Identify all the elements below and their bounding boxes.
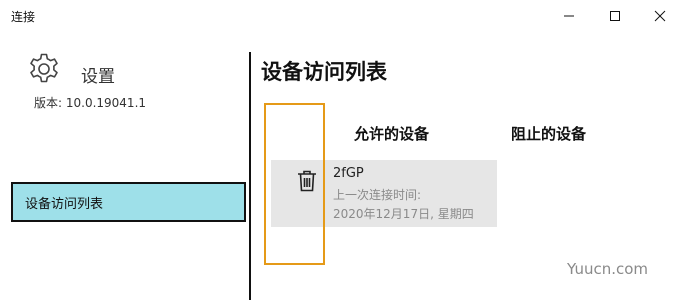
allowed-devices-header: 允许的设备 <box>354 125 430 143</box>
version-text: 版本: 10.0.19041.1 <box>34 96 147 110</box>
title-bar: 连接 <box>0 0 683 32</box>
minimize-button[interactable] <box>546 0 592 32</box>
watermark-text: Yuucn.com <box>567 260 649 278</box>
settings-label: 设置 <box>81 67 115 87</box>
sidebar-item-device-access-list[interactable]: 设备访问列表 <box>11 182 246 222</box>
device-name: 2fGP <box>333 166 364 181</box>
sidebar: 设置 版本: 10.0.19041.1 设备访问列表 <box>0 32 249 300</box>
page-title: 设备访问列表 <box>261 60 387 84</box>
maximize-icon <box>610 11 620 21</box>
blocked-devices-header: 阻止的设备 <box>511 125 587 143</box>
sidebar-item-label: 设备访问列表 <box>25 196 104 212</box>
close-icon <box>654 10 666 22</box>
maximize-button[interactable] <box>592 0 638 32</box>
last-connected-time: 2020年12月17日, 星期四 <box>333 207 474 221</box>
highlight-annotation-box <box>264 103 325 265</box>
last-connected-label: 上一次连接时间: <box>333 188 422 202</box>
sidebar-divider <box>249 52 251 300</box>
app-window: 连接 设置 版本: 10.0.19041.1 设备访问列表 设备访问列表 允许的… <box>0 0 683 300</box>
minimize-icon <box>564 15 574 17</box>
close-button[interactable] <box>637 0 683 32</box>
window-title: 连接 <box>11 10 36 24</box>
gear-icon <box>30 53 58 83</box>
